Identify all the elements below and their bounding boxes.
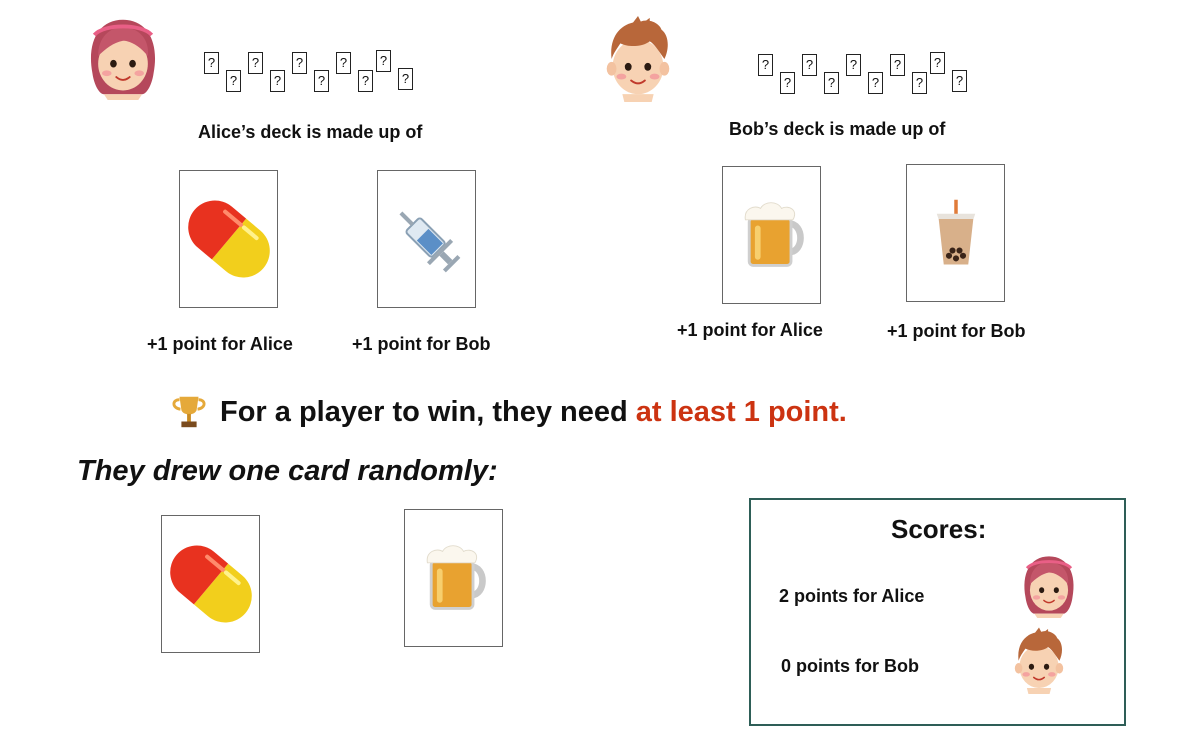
drawn-card-beer [404, 509, 503, 647]
win-rule-text: For a player to win, they need [220, 395, 636, 428]
alice-card-pill-label: +1 point for Alice [147, 334, 293, 354]
win-rule-highlight: at least 1 point. [635, 395, 847, 428]
drawn-title: They drew one card randomly: [77, 455, 498, 487]
alice-hidden-deck: ? ? ? ? ? ? ? ? ? ? [200, 50, 420, 100]
bob-card-bubble-tea [906, 164, 1005, 302]
hidden-card: ? [336, 52, 351, 74]
trophy-icon [170, 392, 208, 432]
hidden-card: ? [270, 70, 285, 92]
hidden-card: ? [398, 68, 413, 90]
pill-icon [170, 543, 252, 625]
hidden-card: ? [376, 50, 391, 72]
hidden-card: ? [358, 70, 373, 92]
syringe-icon [386, 198, 468, 280]
alice-card-pill [179, 170, 278, 308]
bubble-tea-icon [921, 198, 991, 268]
hidden-card: ? [890, 54, 905, 76]
score-bob: 0 points for Bob [781, 656, 919, 676]
bob-card-bubble-tea-label: +1 point for Bob [887, 321, 1026, 341]
bob-card-beer [722, 166, 821, 304]
hidden-card: ? [314, 70, 329, 92]
bob-deck-caption: Bob’s deck is made up of [729, 119, 946, 139]
hidden-card: ? [780, 72, 795, 94]
scores-title: Scores: [891, 514, 987, 544]
hidden-card: ? [248, 52, 263, 74]
bob-card-beer-label: +1 point for Alice [677, 320, 823, 340]
scores-panel: Scores: 2 points for Alice 0 points for … [749, 498, 1126, 726]
hidden-card: ? [952, 70, 967, 92]
hidden-card: ? [758, 54, 773, 76]
hidden-card: ? [292, 52, 307, 74]
alice-card-syringe [377, 170, 476, 308]
score-alice: 2 points for Alice [779, 586, 925, 606]
beer-mug-icon [416, 540, 492, 616]
bob-hidden-deck: ? ? ? ? ? ? ? ? ? ? [754, 52, 974, 102]
alice-avatar-icon [84, 14, 162, 100]
drawn-card-pill [161, 515, 260, 653]
hidden-card: ? [226, 70, 241, 92]
hidden-card: ? [802, 54, 817, 76]
hidden-card: ? [824, 72, 839, 94]
win-rule: For a player to win, they need at least … [170, 392, 847, 432]
hidden-card: ? [846, 54, 861, 76]
boy-avatar-icon [1007, 626, 1071, 694]
pill-icon [188, 198, 270, 280]
beer-mug-icon [734, 197, 810, 273]
hidden-card: ? [204, 52, 219, 74]
alice-deck-caption: Alice’s deck is made up of [198, 122, 423, 142]
alice-card-syringe-label: +1 point for Bob [352, 334, 491, 354]
hidden-card: ? [912, 72, 927, 94]
hidden-card: ? [930, 52, 945, 74]
bob-avatar-icon [598, 14, 678, 102]
hidden-card: ? [868, 72, 883, 94]
girl-avatar-icon [1017, 552, 1081, 618]
